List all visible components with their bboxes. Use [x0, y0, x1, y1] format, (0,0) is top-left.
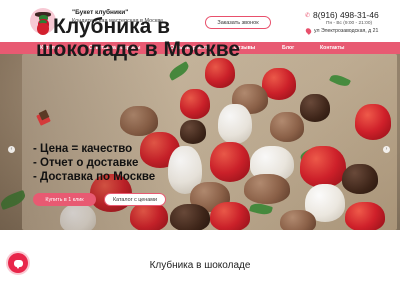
nav-item-contacts[interactable]: Контакты	[320, 42, 344, 54]
address-row: ул Электрозаводская, д 21	[304, 27, 379, 35]
bullet-price: - Цена = качество	[33, 143, 133, 155]
phone-number[interactable]: 8(916) 498-31-46	[313, 10, 379, 20]
slider-next-button[interactable]: ›	[383, 146, 390, 153]
bullet-delivery: - Доставка по Москве	[33, 171, 156, 183]
hero-bullets: - Цена = качество - Отчет о доставке - Д…	[33, 142, 155, 184]
section-title: Клубника в шоколаде	[149, 260, 251, 271]
slider-prev-button[interactable]: ‹	[8, 146, 15, 153]
page: "Букет клубники" Кондитерская мастерская…	[0, 0, 400, 281]
chevron-left-icon: ‹	[10, 146, 13, 152]
strawberry-icon	[36, 19, 50, 35]
chat-button[interactable]	[8, 253, 28, 273]
buy-one-click-button[interactable]: Купить в 1 клик	[33, 193, 96, 206]
chocolate-icon	[36, 109, 51, 126]
hero-title: Клубника в шоколаде в Москве	[36, 15, 266, 61]
address: ул Электрозаводская, д 21	[314, 28, 379, 34]
chat-bubble-icon	[13, 259, 23, 269]
phone-row: ✆ 8(916) 498-31-46	[305, 10, 379, 20]
map-pin-icon	[304, 27, 313, 35]
bullet-report: - Отчет о доставке	[33, 157, 139, 169]
chevron-right-icon: ›	[385, 146, 388, 152]
phone-icon: ✆	[305, 12, 311, 19]
catalog-prices-button[interactable]: Каталог с ценами	[104, 193, 166, 206]
hero-title-text: Клубника в шоколаде в Москве	[36, 15, 241, 61]
nav-item-blog[interactable]: Блог	[282, 42, 294, 54]
working-hours: Пн - Вс (9:00 - 21:00)	[326, 21, 373, 26]
